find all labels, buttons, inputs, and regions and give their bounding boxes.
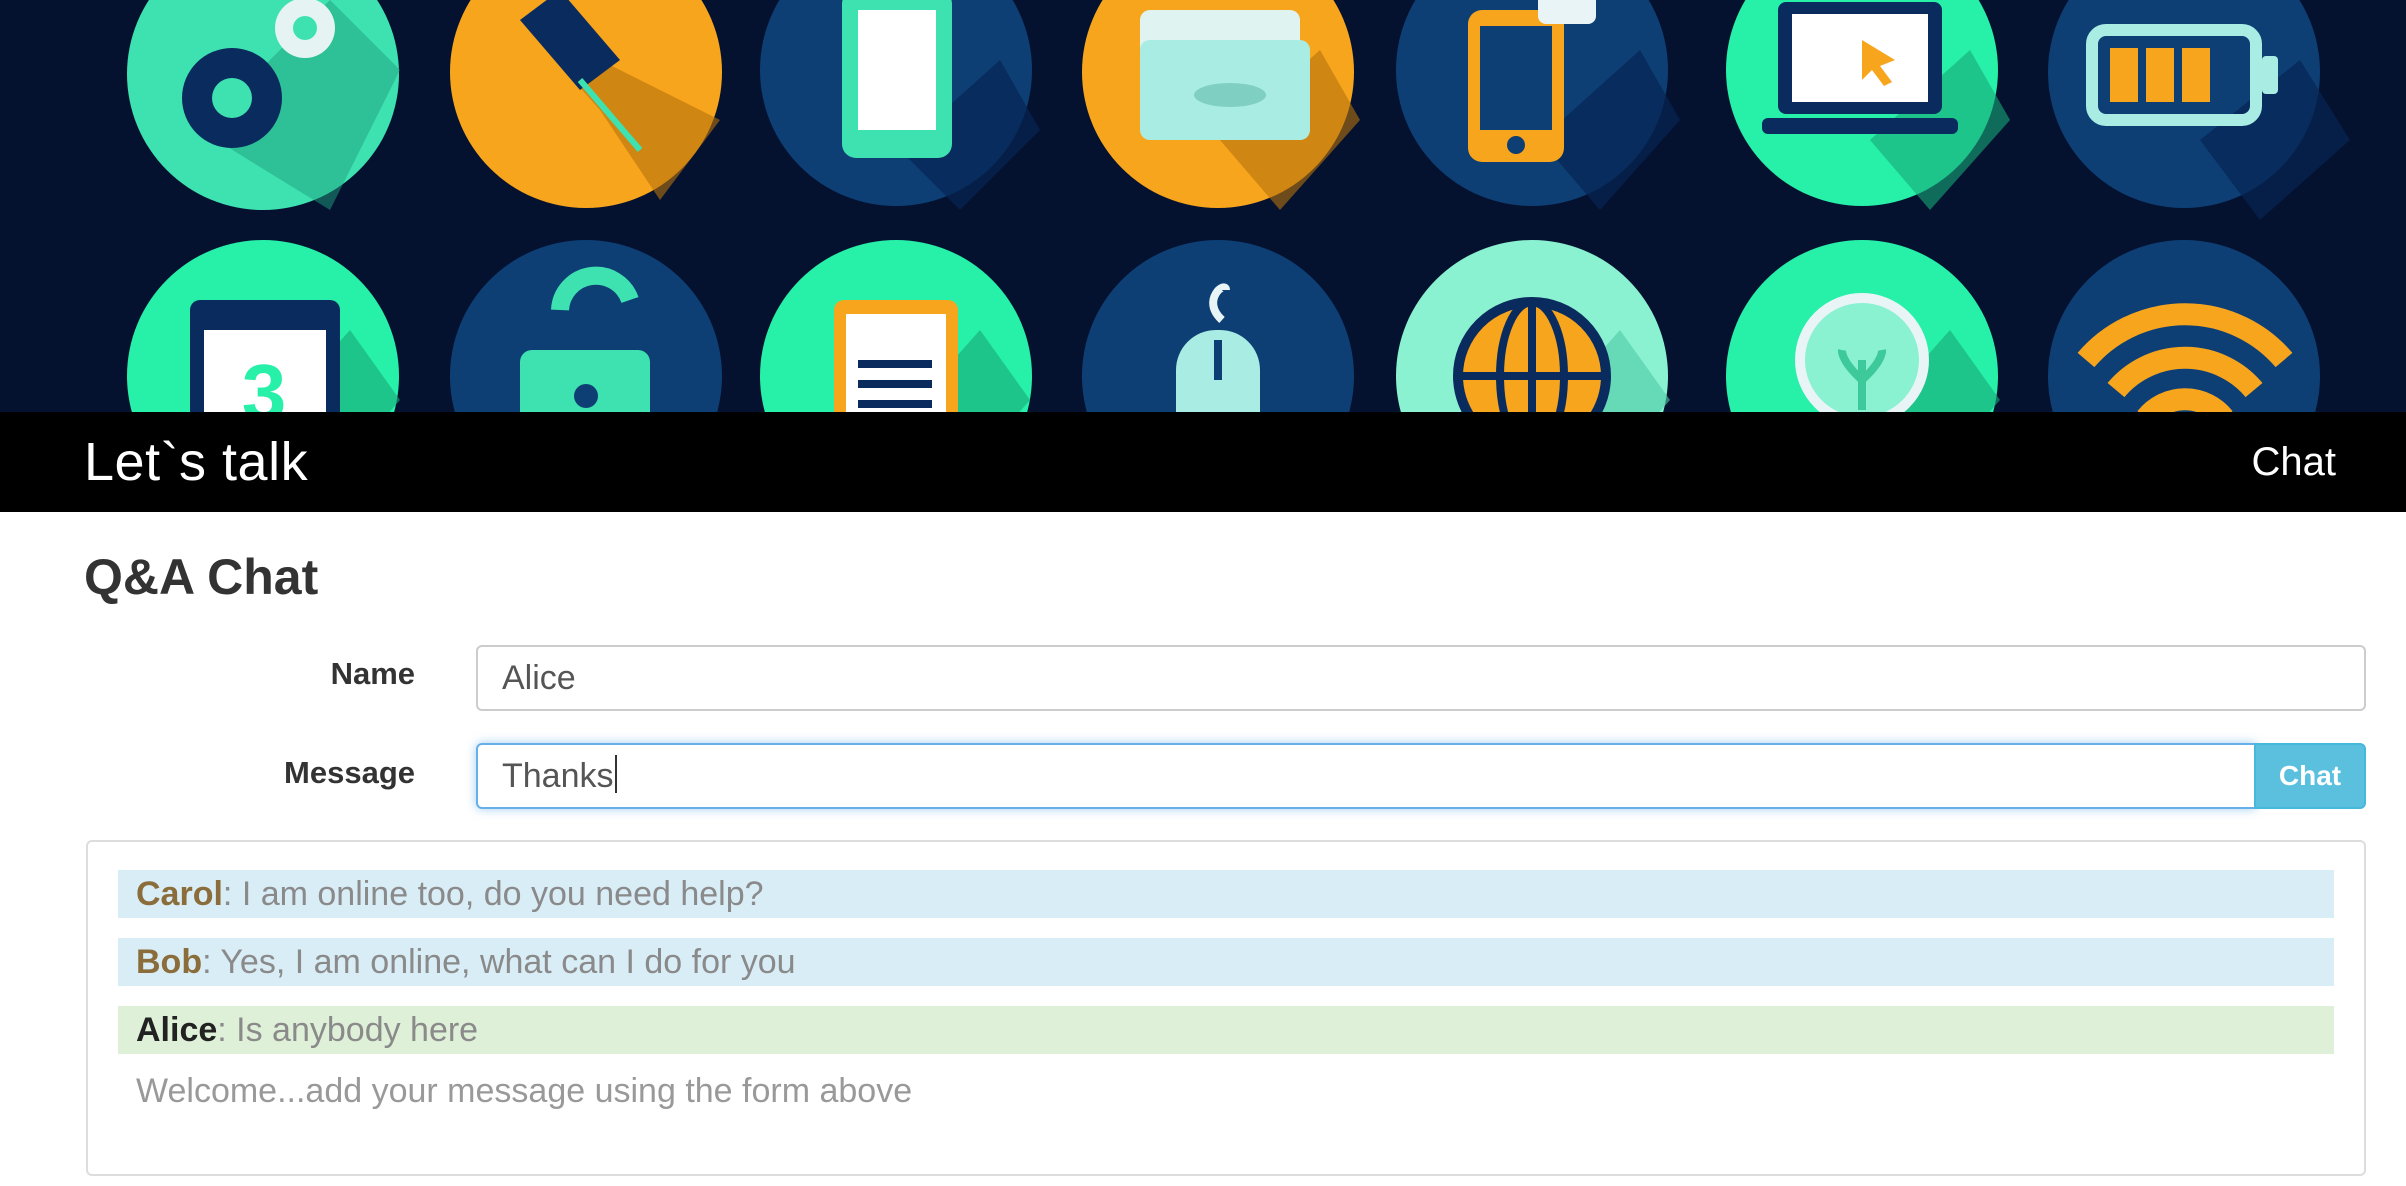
name-input-value: Alice (502, 659, 576, 697)
message-author: Bob (136, 943, 203, 981)
navbar: Let`s talk Chat (0, 412, 2406, 512)
message-label: Message (284, 755, 415, 790)
chat-message: Alice: Is anybody here (118, 1006, 2334, 1054)
welcome-message: Welcome...add your message using the for… (136, 1072, 913, 1110)
chat-message: Bob: Yes, I am online, what can I do for… (118, 938, 2334, 986)
message-text: : Is anybody here (217, 1011, 479, 1049)
message-text: : I am online too, do you need help? (222, 875, 764, 913)
header-banner: 3 (0, 0, 2406, 412)
chat-submit-button[interactable]: Chat (2254, 743, 2366, 809)
nav-link-chat[interactable]: Chat (2252, 412, 2337, 512)
message-text: : Yes, I am online, what can I do for yo… (202, 943, 796, 981)
brand-title[interactable]: Let`s talk (84, 412, 308, 512)
message-input[interactable]: Thanks (476, 743, 2256, 809)
text-caret (614, 755, 617, 793)
chat-message: Carol: I am online too, do you need help… (118, 870, 2334, 918)
name-label: Name (330, 656, 415, 691)
message-author: Carol (136, 875, 223, 913)
svg-text:3: 3 (242, 348, 287, 412)
chat-messages-panel: Carol: I am online too, do you need help… (86, 840, 2366, 1176)
message-input-value: Thanks (502, 757, 614, 795)
name-input[interactable]: Alice (476, 645, 2366, 711)
message-author: Alice (136, 1011, 218, 1049)
banner-illustration: 3 (0, 0, 2406, 412)
page-title: Q&A Chat (84, 549, 319, 605)
